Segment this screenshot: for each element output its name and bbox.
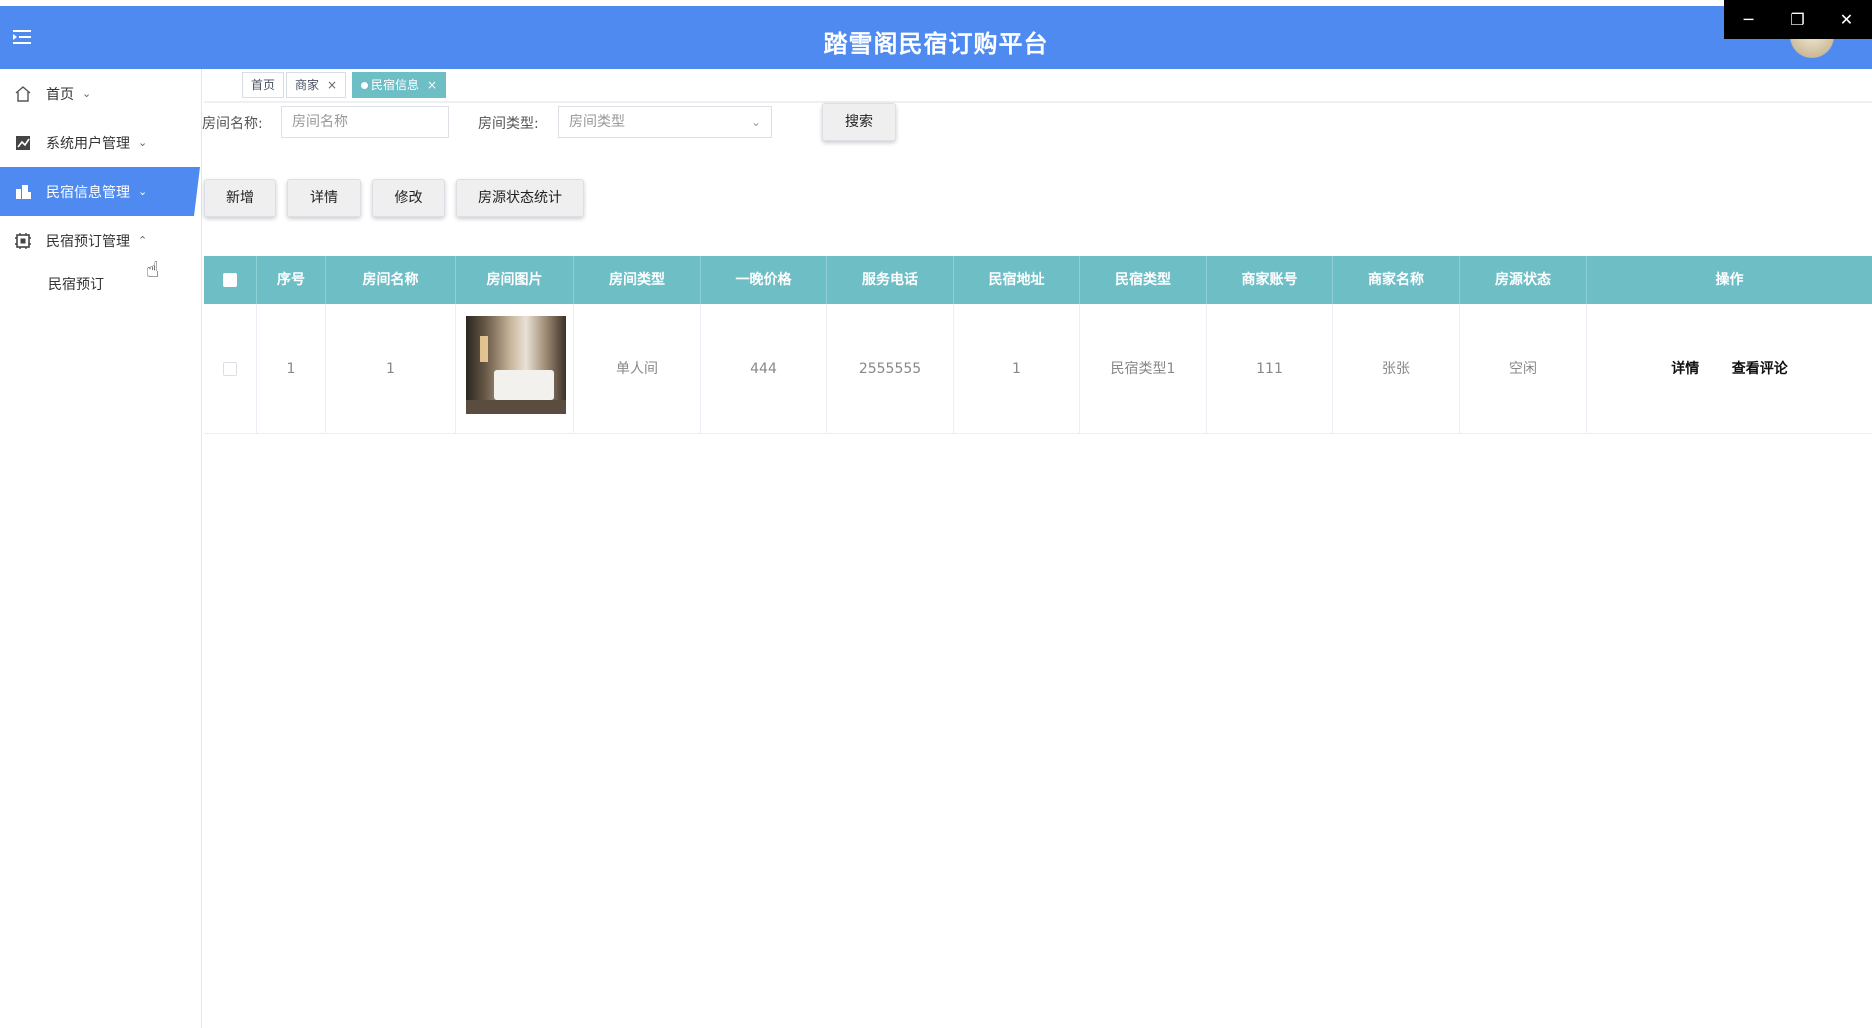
tab-label: 民宿信息 <box>371 78 420 92</box>
sidebar-item-home[interactable]: 首页 ⌄ <box>0 69 202 118</box>
room-name-input[interactable]: 房间名称 <box>281 106 449 138</box>
chevron-down-icon: ⌄ <box>750 115 761 129</box>
chevron-down-icon: ⌄ <box>138 185 148 198</box>
column-header: 操作 <box>1715 272 1744 288</box>
column-header: 房间图片 <box>456 256 574 304</box>
column-header: 房间类型 <box>574 256 701 304</box>
cell-price: 444 <box>701 304 827 434</box>
room-type-select[interactable]: 房间类型 ⌄ <box>558 106 772 138</box>
cell-phone: 2555555 <box>827 304 954 434</box>
column-header: 房源状态 <box>1460 256 1587 304</box>
building-icon <box>16 184 31 199</box>
top-header: 踏雪阁民宿订购平台 <box>0 6 1872 69</box>
chevron-down-icon: ⌄ <box>82 87 92 100</box>
column-header: 一晚价格 <box>701 256 827 304</box>
search-button[interactable]: 搜索 <box>822 103 896 141</box>
close-icon[interactable]: × <box>327 78 337 92</box>
room-image-floor <box>466 400 566 414</box>
cell-index: 1 <box>257 304 326 434</box>
sidebar-item-label: 首页 <box>46 86 74 103</box>
sidebar-item-label: 民宿预订管理 <box>46 233 130 250</box>
chevron-down-icon: ⌄ <box>138 136 148 149</box>
active-dot-icon <box>361 82 368 89</box>
table-row[interactable]: 1 1 单人间 444 2555555 1 民宿类型1 111 张张 空闲 详情… <box>204 304 1872 434</box>
cell-room-image <box>456 304 574 434</box>
sidebar-item-label: 民宿信息管理 <box>46 184 130 201</box>
column-header: 民宿类型 <box>1080 256 1207 304</box>
column-header: 服务电话 <box>827 256 954 304</box>
column-header: 房间名称 <box>326 256 456 304</box>
tab-label: 商家 <box>295 78 320 92</box>
add-button[interactable]: 新增 <box>204 179 276 217</box>
home-icon <box>15 85 31 102</box>
cell-room-name: 1 <box>326 304 456 434</box>
sidebar: 首页 ⌄ 系统用户管理 ⌄ 民宿信息管理 ⌄ 民宿预订管理 ⌃ 民宿预订 <box>0 69 202 1028</box>
sidebar-item-system-users[interactable]: 系统用户管理 ⌄ <box>0 118 202 167</box>
minimize-icon[interactable]: ─ <box>1724 0 1773 39</box>
sidebar-item-label: 系统用户管理 <box>46 135 130 152</box>
row-select-cell <box>204 304 257 434</box>
column-header: 序号 <box>257 256 326 304</box>
column-header: 民宿地址 <box>954 256 1080 304</box>
gear-icon <box>15 232 31 249</box>
tabs-divider <box>204 101 1872 103</box>
tab-homestay-info[interactable]: 民宿信息 × <box>352 72 447 98</box>
edit-button[interactable]: 修改 <box>372 179 445 217</box>
room-image-lamp <box>480 336 488 362</box>
chevron-up-icon: ⌃ <box>138 234 148 247</box>
select-all-checkbox[interactable] <box>223 273 237 287</box>
detail-button[interactable]: 详情 <box>287 179 361 217</box>
cell-operations: 详情 查看评论 <box>1587 304 1872 434</box>
table-header: 序号 房间名称 房间图片 房间类型 一晚价格 服务电话 民宿地址 民宿类型 商家… <box>204 256 1872 304</box>
close-icon[interactable]: × <box>427 78 437 92</box>
tab-home[interactable]: 首页 <box>242 72 285 98</box>
hand-cursor-icon: ☝ <box>146 258 160 283</box>
room-image-bed <box>494 370 554 400</box>
tab-label: 首页 <box>251 78 276 92</box>
tab-merchant[interactable]: 商家 × <box>286 72 347 98</box>
column-header: 商家账号 <box>1207 256 1333 304</box>
sidebar-item-homestay-info[interactable]: 民宿信息管理 ⌄ <box>0 167 200 216</box>
restore-icon[interactable]: ❐ <box>1773 0 1822 39</box>
app-title: 踏雪阁民宿订购平台 <box>823 30 1049 58</box>
sidebar-item-booking[interactable]: 民宿预订管理 ⌃ <box>0 216 202 265</box>
row-detail-link[interactable]: 详情 <box>1671 361 1699 377</box>
cell-room-type: 单人间 <box>574 304 701 434</box>
row-checkbox[interactable] <box>223 362 237 376</box>
select-all-cell <box>204 256 257 304</box>
room-type-label: 房间类型: <box>478 116 539 132</box>
close-window-icon[interactable]: ✕ <box>1822 0 1871 39</box>
column-header: 商家名称 <box>1333 256 1460 304</box>
row-reviews-link[interactable]: 查看评论 <box>1732 361 1788 377</box>
room-type-placeholder: 房间类型 <box>569 114 625 130</box>
cell-address: 1 <box>954 304 1080 434</box>
window-controls: ─ ❐ ✕ <box>1724 0 1872 39</box>
room-image[interactable] <box>466 316 566 414</box>
cell-merchant-name: 张张 <box>1333 304 1460 434</box>
status-stats-button[interactable]: 房源状态统计 <box>456 179 584 217</box>
room-name-label: 房间名称: <box>202 116 263 132</box>
chart-icon <box>16 135 30 150</box>
cell-homestay-type: 民宿类型1 <box>1080 304 1207 434</box>
app-page: 踏雪阁民宿订购平台 ─ ❐ ✕ 首页 ⌄ 系统用户管理 ⌄ 民宿信息管理 ⌄ 民… <box>0 0 1872 1028</box>
cell-merchant-account: 111 <box>1207 304 1333 434</box>
cell-status: 空闲 <box>1460 304 1587 434</box>
sidebar-subitem-booking[interactable]: 民宿预订 <box>0 265 202 305</box>
